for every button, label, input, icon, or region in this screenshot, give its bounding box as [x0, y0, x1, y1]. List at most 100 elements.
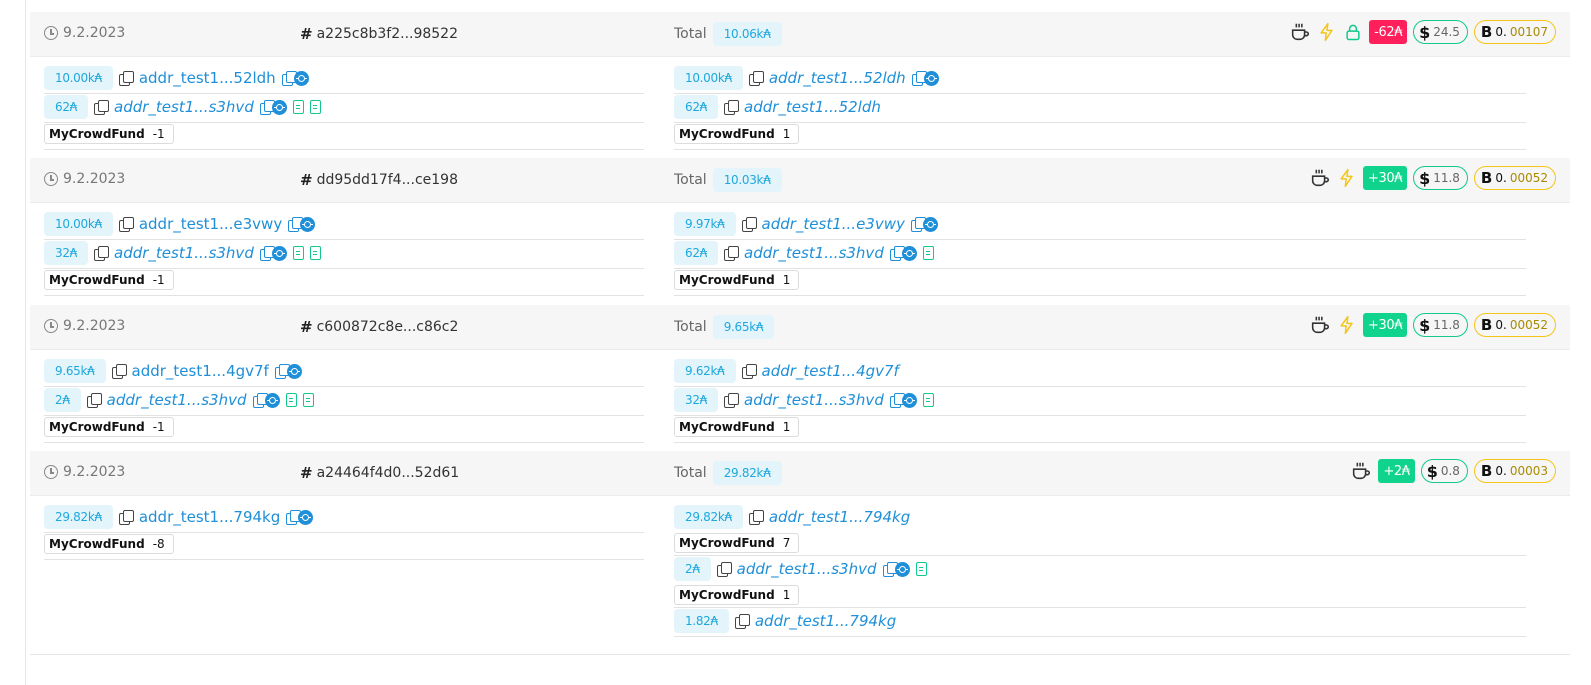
token-name: MyCrowdFund	[49, 537, 145, 551]
copy-icon[interactable]	[716, 562, 732, 577]
script-icon[interactable]	[298, 509, 314, 525]
datum-doc-icon[interactable]	[915, 562, 927, 576]
token-tag: MyCrowdFund 1	[674, 124, 800, 144]
balance-delta-badge: +30₳	[1362, 313, 1408, 337]
copy-icon[interactable]	[86, 393, 102, 408]
datum-doc-icon[interactable]	[922, 393, 934, 407]
row-divider	[674, 442, 1526, 443]
input-row: 10.00k₳ addr_test1...52ldh	[44, 65, 644, 91]
balance-delta-badge: +30₳	[1362, 166, 1408, 190]
hash-text[interactable]: a24464f4d0...52d61	[317, 465, 460, 481]
hash-text[interactable]: c600872c8e...c86c2	[317, 319, 459, 335]
lock-icon	[1343, 21, 1363, 43]
address-link[interactable]: addr_test1...4gv7f	[762, 362, 899, 380]
script-icon[interactable]	[923, 70, 939, 86]
copy-icon[interactable]	[741, 364, 757, 379]
address-link[interactable]: addr_test1...s3hvd	[107, 391, 247, 409]
coffee-cup-icon	[1309, 167, 1331, 189]
tx-hash[interactable]: # a225c8b3f2...98522	[300, 25, 458, 43]
btc-fee: B 0. 00003	[1473, 459, 1556, 483]
token-tag: MyCrowdFund 7	[674, 533, 800, 553]
hash-icon: #	[300, 318, 313, 336]
script-icon[interactable]	[300, 216, 316, 232]
transaction-header: 9.2.2023 # a24464f4d0...52d61 Total 29.82k₳ +…	[30, 451, 1570, 496]
amount-pill: 10.00k₳	[44, 66, 113, 90]
address-link[interactable]: addr_test1...e3vwy	[139, 215, 282, 233]
hash-text[interactable]: a225c8b3f2...98522	[317, 26, 458, 42]
btc-value-rest: 00052	[1509, 318, 1548, 332]
copy-icon[interactable]	[94, 100, 110, 115]
token-quantity: -1	[152, 273, 165, 287]
script-icon[interactable]	[286, 363, 302, 379]
btc-value-rest: 00052	[1509, 171, 1548, 185]
copy-icon[interactable]	[94, 246, 110, 261]
tx-hash[interactable]: # a24464f4d0...52d61	[300, 464, 459, 482]
script-icon[interactable]	[271, 99, 287, 115]
script-icon[interactable]	[271, 245, 287, 261]
date-text: 9.2.2023	[63, 25, 126, 41]
datum-doc-icon[interactable]	[309, 246, 321, 260]
address-link[interactable]: addr_test1...52ldh	[744, 98, 881, 116]
copy-icon[interactable]	[748, 71, 764, 86]
row-divider	[44, 268, 644, 269]
address-link[interactable]: addr_test1...e3vwy	[762, 215, 905, 233]
token-tag: MyCrowdFund -1	[44, 124, 174, 144]
datum-doc-icon[interactable]	[309, 100, 321, 114]
script-icon[interactable]	[293, 70, 309, 86]
total-amount: 10.06k₳	[712, 22, 782, 46]
address-link[interactable]: addr_test1...s3hvd	[114, 98, 254, 116]
datum-doc-icon[interactable]	[292, 246, 304, 260]
amount-pill: 2₳	[44, 388, 81, 412]
btc-value-rest: 00003	[1509, 464, 1548, 478]
amount-pill: 9.65k₳	[44, 359, 106, 383]
usd-value: 24.5	[1433, 25, 1460, 39]
row-divider	[44, 122, 644, 123]
date-text: 9.2.2023	[63, 171, 126, 187]
tx-hash[interactable]: # dd95dd17f4...ce198	[300, 171, 458, 189]
address-link[interactable]: addr_test1...52ldh	[769, 69, 906, 87]
copy-icon[interactable]	[118, 510, 134, 525]
copy-icon[interactable]	[118, 71, 134, 86]
clock-icon	[44, 319, 58, 333]
output-row: 32₳ addr_test1...s3hvd	[674, 387, 1526, 413]
script-icon[interactable]	[901, 392, 917, 408]
amount-pill: 29.82k₳	[674, 505, 743, 529]
tx-hash[interactable]: # c600872c8e...c86c2	[300, 318, 458, 336]
datum-doc-icon[interactable]	[302, 393, 314, 407]
address-link[interactable]: addr_test1...794kg	[139, 508, 280, 526]
copy-icon[interactable]	[748, 510, 764, 525]
address-link[interactable]: addr_test1...4gv7f	[132, 362, 269, 380]
tx-meta: +30₳ $11.8 B 0. 00052	[1309, 166, 1556, 190]
address-link[interactable]: addr_test1...s3hvd	[744, 244, 884, 262]
row-divider	[674, 415, 1526, 416]
address-link[interactable]: addr_test1...794kg	[755, 612, 896, 630]
datum-doc-icon[interactable]	[292, 100, 304, 114]
address-link[interactable]: addr_test1...s3hvd	[744, 391, 884, 409]
copy-icon[interactable]	[734, 614, 750, 629]
copy-icon[interactable]	[111, 364, 127, 379]
token-name: MyCrowdFund	[679, 127, 775, 141]
amount-pill: 2₳	[674, 557, 711, 581]
hash-text[interactable]: dd95dd17f4...ce198	[317, 172, 458, 188]
script-icon[interactable]	[894, 561, 910, 577]
token-quantity: 1	[782, 273, 791, 287]
datum-doc-icon[interactable]	[922, 246, 934, 260]
script-icon[interactable]	[264, 392, 280, 408]
copy-icon[interactable]	[724, 393, 740, 408]
copy-icon[interactable]	[724, 100, 740, 115]
tx-date: 9.2.2023	[44, 318, 125, 334]
copy-icon[interactable]	[118, 217, 134, 232]
output-row: 62₳ addr_test1...s3hvd	[674, 240, 1526, 266]
bitcoin-icon: B	[1480, 462, 1493, 480]
address-link[interactable]: addr_test1...s3hvd	[114, 244, 254, 262]
copy-icon[interactable]	[724, 246, 740, 261]
divider	[30, 654, 1570, 655]
datum-doc-icon[interactable]	[285, 393, 297, 407]
copy-icon[interactable]	[741, 217, 757, 232]
address-link[interactable]: addr_test1...52ldh	[139, 69, 276, 87]
token-quantity: -1	[152, 420, 165, 434]
script-icon[interactable]	[901, 245, 917, 261]
script-icon[interactable]	[922, 216, 938, 232]
address-link[interactable]: addr_test1...794kg	[769, 508, 910, 526]
address-link[interactable]: addr_test1...s3hvd	[737, 560, 877, 578]
